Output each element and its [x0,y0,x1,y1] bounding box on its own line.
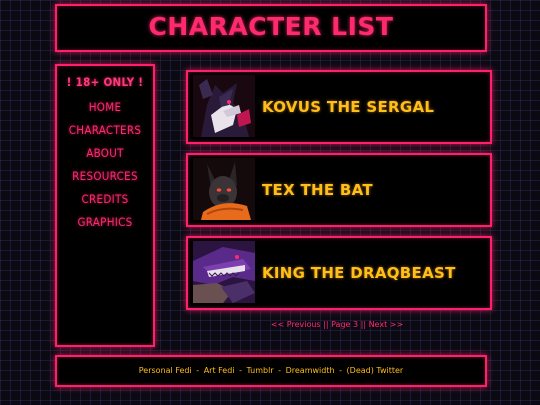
character-card-king[interactable]: KING THE DRAQBEAST [186,236,492,310]
character-portrait [193,75,255,137]
footer-link-dreamwidth[interactable]: Dreamwidth [286,366,335,375]
footer-link-personal-fedi[interactable]: Personal Fedi [139,366,192,375]
next-page-link[interactable]: Next >> [369,320,404,329]
header-panel: CHARACTER LIST [55,4,487,52]
footer-separator: - [339,366,342,375]
character-portrait [193,241,255,303]
pagination: << Previous || Page 3 || Next >> [186,320,488,329]
footer-separator: - [196,366,200,375]
nav-graphics[interactable]: GRAPHICS [57,215,153,229]
nav-home[interactable]: HOME [57,100,153,114]
footer-link-twitter[interactable]: (Dead) Twitter [347,366,404,375]
character-name: TEX THE BAT [262,181,373,199]
page-title: CHARACTER LIST [148,12,394,41]
character-portrait [193,158,255,220]
character-name: KOVUS THE SERGAL [262,98,435,116]
character-card-kovus[interactable]: KOVUS THE SERGAL [186,70,492,144]
footer-separator: - [239,366,242,375]
pagination-separator: || [323,320,329,329]
nav-credits[interactable]: CREDITS [57,192,153,206]
footer-link-art-fedi[interactable]: Art Fedi [204,366,235,375]
footer-panel: Personal Fedi - Art Fedi - Tumblr - Drea… [55,355,487,387]
footer-separator: - [278,366,282,375]
nav-about[interactable]: ABOUT [57,146,153,160]
sidebar-nav: ! 18+ ONLY ! HOME CHARACTERS ABOUT RESOU… [55,64,155,347]
nav-characters[interactable]: CHARACTERS [57,123,153,137]
pagination-separator: || [360,320,367,329]
character-card-tex[interactable]: TEX THE BAT [186,153,492,227]
age-warning: ! 18+ ONLY ! [66,75,144,89]
character-name: KING THE DRAQBEAST [262,264,456,282]
footer-link-tumblr[interactable]: Tumblr [247,366,274,375]
previous-page-link[interactable]: << Previous [271,320,321,329]
nav-resources[interactable]: RESOURCES [57,169,153,183]
current-page: Page 3 [331,320,359,329]
footer-links: Personal Fedi - Art Fedi - Tumblr - Drea… [57,366,485,375]
